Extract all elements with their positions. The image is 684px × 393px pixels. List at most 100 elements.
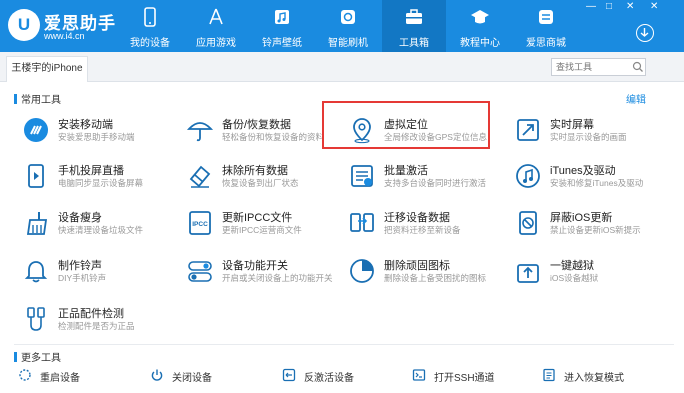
tool-title: 屏蔽iOS更新 (550, 212, 613, 224)
tool-desc: 更新IPCC运营商文件 (222, 225, 302, 235)
tool-title: 制作铃声 (58, 260, 102, 272)
tool-itunes-driver[interactable]: iTunes及驱动 安装和修复iTunes及驱动 (514, 160, 674, 200)
device-tabbar: 王楼宇的iPhone (0, 52, 684, 82)
umbrella-backup-icon (186, 122, 214, 142)
maximize-button[interactable]: □ (606, 2, 612, 12)
delete-icon-icon (350, 259, 374, 283)
tool-delete-stubborn-icons[interactable]: 删除顽固图标 删除设备上备受困扰的图标 (348, 255, 508, 295)
power-icon (151, 369, 163, 381)
nav-label: 智能刷机 (328, 38, 368, 49)
tool-title: 正品配件检测 (58, 308, 124, 320)
screen-mirror-icon (28, 164, 44, 188)
jailbreak-icon (517, 264, 539, 283)
tool-desc: 把资料迁移至新设备 (384, 225, 461, 235)
download-arrow-icon (640, 28, 649, 37)
tool-desc: 检测配件是否为正品 (58, 321, 135, 331)
nav-label: 工具箱 (399, 38, 429, 49)
tool-desc: 支持多台设备同时进行激活 (384, 178, 487, 188)
tool-desc: DIY手机铃声 (58, 273, 107, 283)
section-title: 更多工具 (21, 353, 61, 364)
tool-desc: iOS设备越狱 (550, 273, 599, 283)
tool-jailbreak[interactable]: 一键越狱 iOS设备越狱 (514, 255, 674, 295)
tool-desc: 电脑同步显示设备屏幕 (58, 178, 144, 188)
more-label: 进入恢复模式 (564, 373, 624, 384)
nav-ringtones[interactable]: 铃声壁纸 (250, 0, 314, 52)
nav-apps-games[interactable]: 应用游戏 (184, 0, 248, 52)
live-screen-icon (517, 119, 539, 141)
nav-store[interactable]: 爱思商城 (514, 0, 578, 52)
tool-desc: 开启或关闭设备上的功能开关 (222, 273, 333, 283)
tool-title: 设备瘦身 (58, 212, 102, 224)
tool-title: 删除顽固图标 (384, 260, 450, 272)
search-icon[interactable] (632, 61, 644, 73)
tool-desc: 实时显示设备的画面 (550, 132, 627, 142)
more-label: 反激活设备 (304, 373, 354, 384)
ssh-terminal-icon (412, 369, 426, 381)
nav-label: 爱思商城 (526, 38, 566, 49)
download-button[interactable] (636, 24, 654, 42)
nav-tutorials[interactable]: 教程中心 (448, 0, 512, 52)
toolbox-icon (406, 9, 422, 24)
restart-icon (19, 369, 31, 381)
tool-desc: 恢复设备到出厂状态 (222, 178, 299, 188)
edit-link[interactable]: 编辑 (626, 91, 646, 106)
recovery-mode-icon (543, 368, 555, 382)
search-input[interactable] (552, 59, 630, 75)
app-store-icon (209, 8, 223, 25)
more-label: 重启设备 (40, 373, 80, 384)
tool-title: 一键越狱 (550, 260, 594, 272)
close-icon[interactable]: ✕ (650, 2, 658, 12)
tool-title: 抹除所有数据 (222, 165, 288, 177)
svg-text:IPCC: IPCC (192, 221, 208, 228)
device-tab[interactable]: 王楼宇的iPhone (6, 56, 88, 82)
migrate-icon (350, 213, 374, 232)
flash-icon (341, 10, 355, 24)
cable-check-icon (27, 307, 45, 331)
nav-toolbox[interactable]: 工具箱 (382, 0, 446, 52)
tool-title: 安装移动端 (58, 119, 113, 131)
tool-install-mobile[interactable]: 安装移动端 安装爱思助手移动端 (22, 114, 182, 154)
logo-letter: U (17, 15, 31, 34)
tool-title: 手机投屏直播 (58, 165, 124, 177)
nav-my-device[interactable]: 我的设备 (118, 0, 182, 52)
tool-make-ringtone[interactable]: 制作铃声 DIY手机铃声 (22, 255, 182, 295)
nav-label: 我的设备 (130, 38, 170, 49)
tool-batch-activate[interactable]: 批量激活 支持多台设备同时进行激活 (348, 160, 508, 200)
tool-title: 备份/恢复数据 (222, 119, 292, 131)
tool-update-ipcc[interactable]: IPCC 更新IPCC文件 更新IPCC运营商文件 (186, 207, 346, 247)
deactivate-icon (282, 368, 296, 382)
ringtone-bell-icon (24, 261, 48, 283)
graduation-cap-icon (471, 10, 489, 24)
nav-flash[interactable]: 智能刷机 (316, 0, 380, 52)
logo: U (8, 9, 40, 41)
ipcc-icon: IPCC (189, 211, 211, 235)
tool-device-cleanup[interactable]: 设备瘦身 快速清理设备垃圾文件 (22, 207, 182, 247)
search-box[interactable] (551, 58, 646, 76)
minimize-button[interactable]: — (586, 2, 596, 12)
tool-erase-all[interactable]: 抹除所有数据 恢复设备到出厂状态 (186, 160, 346, 200)
tool-desc: 安装爱思助手移动端 (58, 132, 135, 142)
tool-desc: 轻松备份和恢复设备的资料 (222, 132, 325, 142)
tool-migrate-data[interactable]: 迁移设备数据 把资料迁移至新设备 (348, 207, 508, 247)
tool-device-switches[interactable]: 设备功能开关 开启或关闭设备上的功能开关 (186, 255, 346, 295)
close-button[interactable]: ✕ (626, 2, 634, 12)
tool-desc: 快速清理设备垃圾文件 (58, 225, 144, 235)
tool-block-ios-update[interactable]: 屏蔽iOS更新 禁止设备更新iOS新提示 (514, 207, 674, 247)
section-marker (14, 352, 17, 362)
store-icon (539, 10, 553, 24)
tool-title: 迁移设备数据 (384, 212, 450, 224)
tool-desc: 删除设备上备受困扰的图标 (384, 273, 487, 283)
nav-label: 应用游戏 (196, 38, 236, 49)
tool-screen-mirror[interactable]: 手机投屏直播 电脑同步显示设备屏幕 (22, 160, 182, 200)
section-title: 常用工具 (21, 95, 61, 106)
toggle-switch-icon (188, 261, 212, 282)
tool-title: 更新IPCC文件 (222, 212, 293, 224)
more-label: 打开SSH通道 (434, 373, 495, 384)
install-mobile-icon (24, 118, 48, 142)
tool-accessory-check[interactable]: 正品配件检测 检测配件是否为正品 (22, 303, 182, 343)
tool-live-screen[interactable]: 实时屏幕 实时显示设备的画面 (514, 114, 674, 154)
brand-url: www.i4.cn (44, 31, 85, 41)
common-tools-header: 常用工具 (14, 91, 61, 106)
tool-title: iTunes及驱动 (550, 165, 616, 177)
phone-icon (144, 7, 156, 27)
